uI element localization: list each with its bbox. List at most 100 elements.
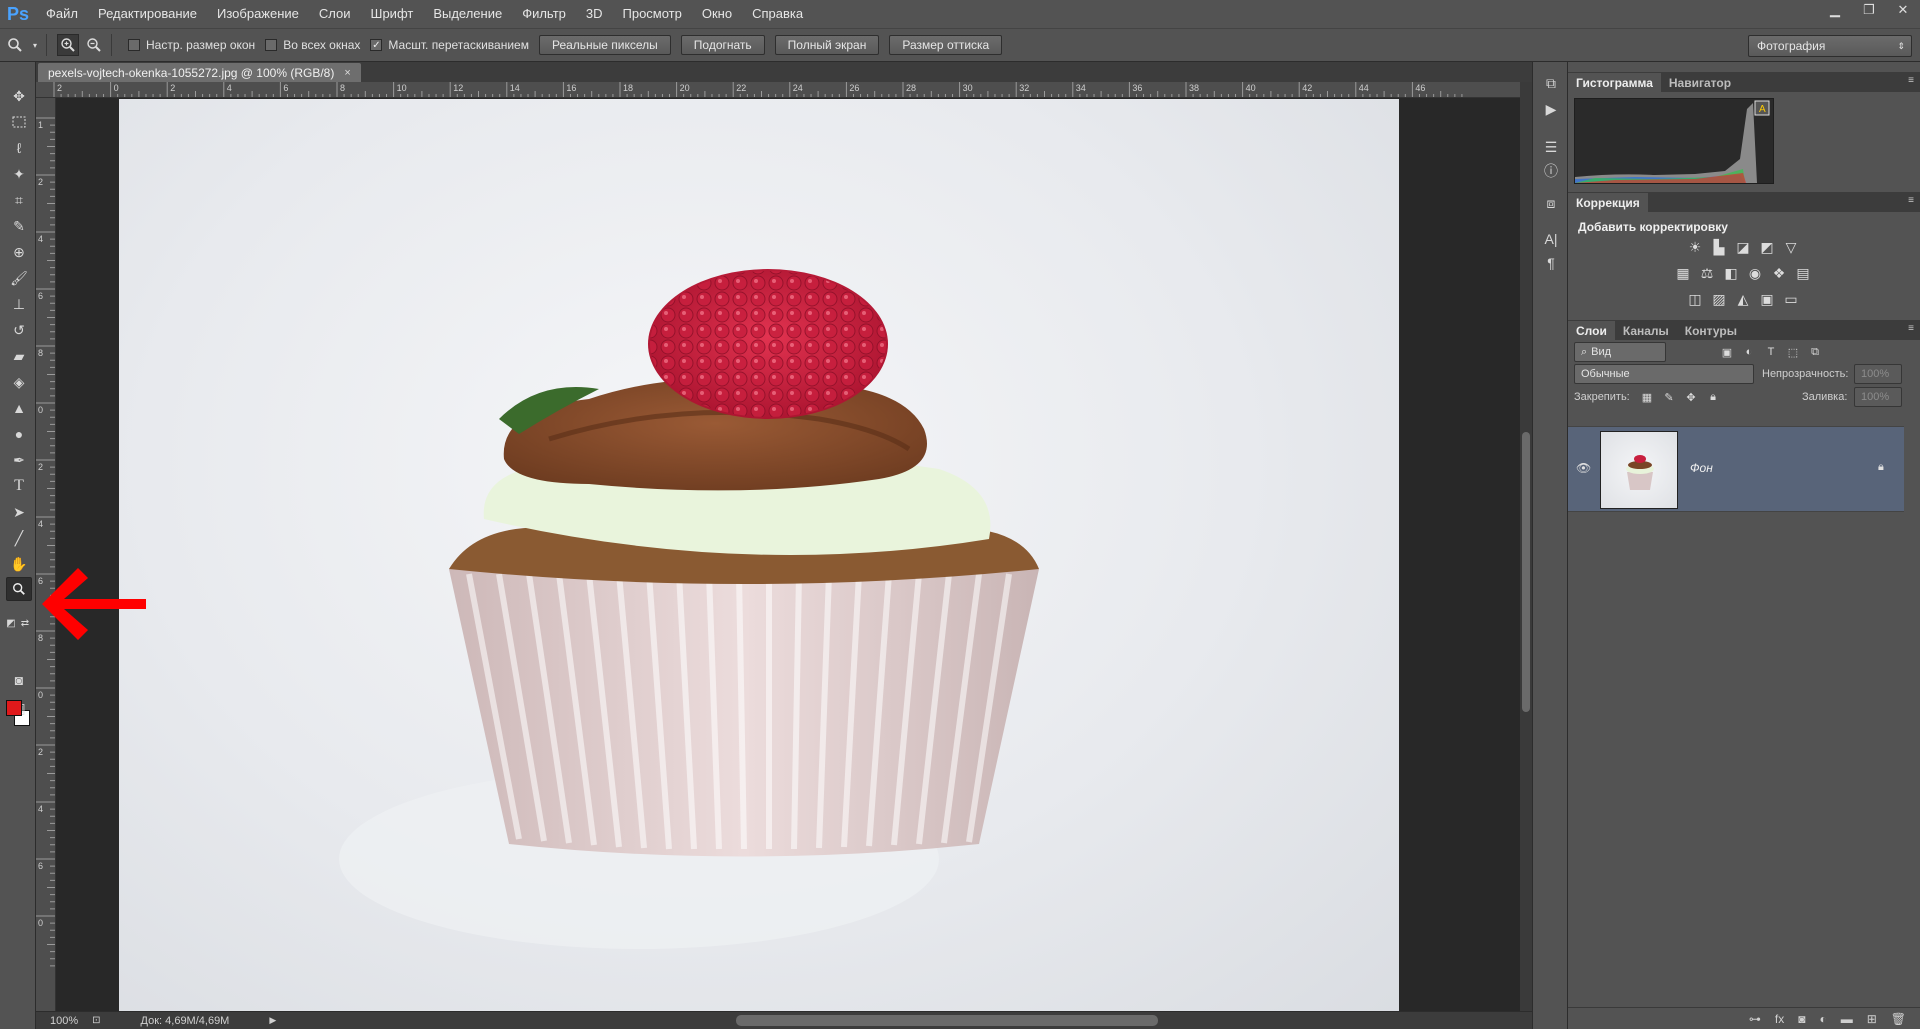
lasso-tool-icon[interactable]: ℓ <box>6 136 32 160</box>
info-panel-icon[interactable]: ⓘ <box>1539 160 1563 182</box>
eyedropper-tool-icon[interactable]: ✎ <box>6 214 32 238</box>
tab-layers[interactable]: Слои <box>1568 321 1615 340</box>
threshold-icon[interactable]: ◭ <box>1734 290 1752 308</box>
tab-paths[interactable]: Контуры <box>1677 321 1745 340</box>
delete-layer-icon[interactable]: 🗑︎ <box>1891 1012 1906 1026</box>
brush-tool-icon[interactable]: 🖌︎ <box>6 266 32 290</box>
filter-smart-object-icon[interactable]: ⧉ <box>1806 343 1824 361</box>
document-tab[interactable]: pexels-vojtech-okenka-1055272.jpg @ 100%… <box>38 63 361 82</box>
lock-pixels-icon[interactable]: ✎ <box>1660 388 1678 406</box>
layer-style-icon[interactable]: fx <box>1775 1012 1784 1026</box>
new-group-icon[interactable]: ▬ <box>1841 1012 1853 1026</box>
scrubby-zoom-checkbox[interactable]: ✓ Масшт. перетаскиванием <box>370 38 529 52</box>
color-lookup-icon[interactable]: ▤ <box>1794 264 1812 282</box>
resize-windows-checkbox[interactable]: Настр. размер окон <box>128 38 255 52</box>
tab-channels[interactable]: Каналы <box>1615 321 1677 340</box>
layer-kind-filter[interactable]: ⌕ Вид <box>1574 342 1666 362</box>
eye-icon[interactable]: 👁︎ <box>1576 461 1591 475</box>
play-icon[interactable]: ▶ <box>269 1015 276 1026</box>
menu-window[interactable]: Окно <box>692 0 742 28</box>
exposure-icon[interactable]: ◩ <box>1758 238 1776 256</box>
zoom-tool-preset-icon[interactable] <box>4 34 26 56</box>
tab-histogram[interactable]: Гистограмма <box>1568 73 1661 92</box>
paint-bucket-tool-icon[interactable]: ◈ <box>6 370 32 394</box>
paragraph-panel-icon[interactable]: ¶ <box>1539 252 1563 274</box>
dodge-tool-icon[interactable]: ● <box>6 422 32 446</box>
filter-type-icon[interactable]: T <box>1762 343 1780 361</box>
zoom-in-icon[interactable] <box>57 34 79 56</box>
checkbox-box[interactable] <box>128 39 140 51</box>
fill-screen-button[interactable]: Полный экран <box>774 35 880 55</box>
eraser-tool-icon[interactable]: ▰ <box>6 344 32 368</box>
hand-tool-icon[interactable]: ✋ <box>6 552 32 576</box>
panel-menu-icon[interactable]: ≡ <box>1908 75 1914 86</box>
crop-tool-icon[interactable]: ⌗ <box>6 188 32 212</box>
zoom-tool-icon[interactable] <box>6 577 32 601</box>
curves-icon[interactable]: ◪ <box>1734 238 1752 256</box>
line-tool-icon[interactable]: ╱ <box>6 526 32 550</box>
panel-menu-icon[interactable]: ≡ <box>1908 323 1914 334</box>
checkbox-box[interactable] <box>265 39 278 51</box>
scrollbar-thumb[interactable] <box>1522 432 1530 712</box>
menu-select[interactable]: Выделение <box>423 0 512 28</box>
all-windows-checkbox[interactable]: Во всех окнах <box>265 38 360 52</box>
actions-panel-icon[interactable]: ▶ <box>1539 98 1563 120</box>
properties-panel-icon[interactable]: ☰ <box>1539 136 1563 158</box>
opacity-input[interactable]: 100% <box>1854 364 1902 384</box>
menu-file[interactable]: Файл <box>36 0 88 28</box>
character-panel-icon[interactable]: A| <box>1539 228 1563 250</box>
document-image[interactable] <box>119 99 1399 1011</box>
filter-pixel-icon[interactable]: ▣ <box>1718 343 1736 361</box>
checkmark-icon[interactable]: ✓ <box>370 39 383 51</box>
vibrance-icon[interactable]: ▽ <box>1782 238 1800 256</box>
zoom-level[interactable]: 100% <box>50 1015 78 1027</box>
export-icon[interactable]: ⊡ <box>92 1015 100 1026</box>
new-layer-icon[interactable]: ⊞ <box>1867 1012 1877 1026</box>
layer-name[interactable]: Фон <box>1690 461 1713 475</box>
chevron-down-icon[interactable]: ▾ <box>30 34 40 56</box>
menu-3d[interactable]: 3D <box>576 0 613 28</box>
path-selection-tool-icon[interactable]: ➤ <box>6 500 32 524</box>
healing-brush-tool-icon[interactable]: ⊕ <box>6 240 32 264</box>
clone-stamp-tool-icon[interactable]: ⊥ <box>6 292 32 316</box>
channel-mixer-icon[interactable]: ❖ <box>1770 264 1788 282</box>
horizontal-scrollbar-thumb[interactable] <box>736 1015 1158 1026</box>
filter-adjustment-icon[interactable]: ◐ <box>1740 343 1758 361</box>
tab-adjustments[interactable]: Коррекция <box>1568 193 1648 212</box>
blend-mode-select[interactable]: Обычные <box>1574 364 1754 384</box>
menu-type[interactable]: Шрифт <box>361 0 424 28</box>
tab-navigator[interactable]: Навигатор <box>1661 73 1739 92</box>
menu-edit[interactable]: Редактирование <box>88 0 207 28</box>
fill-input[interactable]: 100% <box>1854 387 1902 407</box>
link-layers-icon[interactable]: ⊶ <box>1749 1012 1761 1026</box>
clone-source-panel-icon[interactable]: ⧈ <box>1539 192 1563 214</box>
close-icon[interactable]: × <box>344 67 350 79</box>
panel-menu-icon[interactable]: ≡ <box>1908 195 1914 206</box>
menu-image[interactable]: Изображение <box>207 0 309 28</box>
blur-tool-icon[interactable]: ▲ <box>6 396 32 420</box>
move-tool-icon[interactable]: ✥ <box>6 84 32 108</box>
actual-pixels-button[interactable]: Реальные пикселы <box>538 35 671 55</box>
black-white-icon[interactable]: ◧ <box>1722 264 1740 282</box>
foreground-color-swatch[interactable] <box>6 700 22 716</box>
levels-icon[interactable]: ▙ <box>1710 238 1728 256</box>
hue-saturation-icon[interactable]: ▦ <box>1674 264 1692 282</box>
selective-color-icon[interactable]: ▣ <box>1758 290 1776 308</box>
magic-wand-tool-icon[interactable]: ✦ <box>6 162 32 186</box>
close-icon[interactable]: ✕ <box>1886 0 1920 20</box>
minimize-icon[interactable]: ▁ <box>1818 0 1852 20</box>
posterize-icon[interactable]: ▨ <box>1710 290 1728 308</box>
type-tool-icon[interactable]: T <box>6 474 32 498</box>
menu-help[interactable]: Справка <box>742 0 813 28</box>
filter-shape-icon[interactable]: ⬚ <box>1784 343 1802 361</box>
fit-screen-button[interactable]: Подогнать <box>680 35 765 55</box>
add-mask-icon[interactable]: ◙ <box>1798 1012 1805 1026</box>
zoom-out-icon[interactable] <box>83 34 105 56</box>
brightness-icon[interactable]: ☀ <box>1686 238 1704 256</box>
pen-tool-icon[interactable]: ✒ <box>6 448 32 472</box>
lock-all-icon[interactable]: 🔒︎ <box>1704 388 1722 406</box>
marquee-tool-icon[interactable] <box>6 110 32 134</box>
menu-layers[interactable]: Слои <box>309 0 361 28</box>
history-panel-icon[interactable]: ⧉ <box>1539 72 1563 94</box>
vertical-scrollbar[interactable] <box>1520 82 1532 1011</box>
